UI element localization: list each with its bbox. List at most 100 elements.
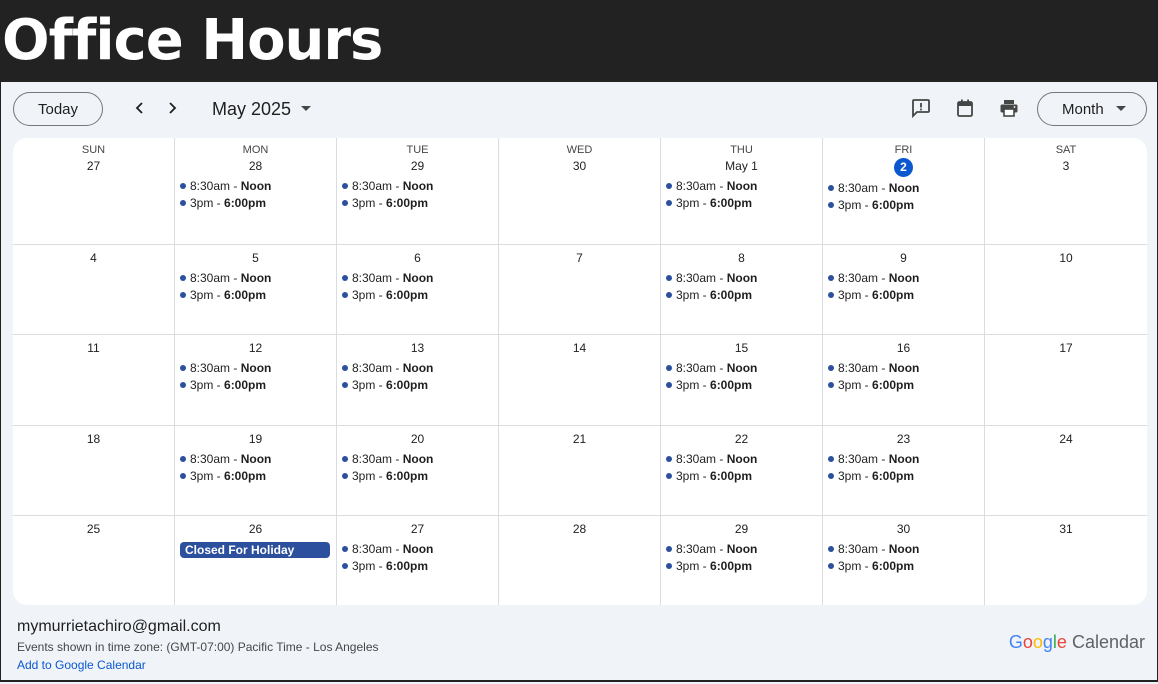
event-chip[interactable]: 3pm - 6:00pm — [827, 557, 984, 574]
day-cell[interactable]: 9 8:30am - Noon 3pm - 6:00pm — [823, 245, 985, 335]
day-cell[interactable]: TUE 29 8:30am - Noon 3pm - 6:00pm — [337, 138, 499, 245]
date-number[interactable]: 6 — [414, 250, 421, 266]
date-number[interactable]: 29 — [735, 521, 748, 537]
event-chip[interactable]: 8:30am - Noon — [179, 359, 336, 376]
date-number[interactable]: 5 — [252, 250, 259, 266]
date-number[interactable]: 29 — [411, 158, 424, 174]
date-number[interactable]: 14 — [573, 340, 586, 356]
event-chip[interactable]: 8:30am - Noon — [827, 359, 984, 376]
day-cell[interactable]: 21 — [499, 426, 661, 516]
today-button[interactable]: Today — [13, 92, 103, 126]
day-cell[interactable]: 24 — [985, 426, 1147, 516]
date-number[interactable]: 28 — [249, 158, 262, 174]
event-chip[interactable]: 3pm - 6:00pm — [665, 286, 822, 303]
date-number[interactable]: 18 — [87, 431, 100, 447]
event-chip[interactable]: 3pm - 6:00pm — [665, 467, 822, 484]
day-cell[interactable]: 12 8:30am - Noon 3pm - 6:00pm — [175, 335, 337, 426]
date-number[interactable]: 22 — [735, 431, 748, 447]
date-number[interactable]: 10 — [1059, 250, 1072, 266]
date-number[interactable]: 21 — [573, 431, 586, 447]
event-chip[interactable]: 3pm - 6:00pm — [665, 194, 822, 211]
date-number[interactable]: 26 — [249, 521, 262, 537]
day-cell[interactable]: MON 28 8:30am - Noon 3pm - 6:00pm — [175, 138, 337, 245]
event-chip[interactable]: 3pm - 6:00pm — [341, 376, 498, 393]
event-chip[interactable]: 8:30am - Noon — [665, 359, 822, 376]
day-cell[interactable]: 28 — [499, 516, 661, 605]
date-number[interactable]: 4 — [90, 250, 97, 266]
day-cell[interactable]: 6 8:30am - Noon 3pm - 6:00pm — [337, 245, 499, 335]
date-number[interactable]: 19 — [249, 431, 262, 447]
event-chip[interactable]: 8:30am - Noon — [827, 179, 984, 196]
day-cell[interactable]: 29 8:30am - Noon 3pm - 6:00pm — [661, 516, 823, 605]
event-chip[interactable]: 8:30am - Noon — [827, 450, 984, 467]
day-cell[interactable]: 23 8:30am - Noon 3pm - 6:00pm — [823, 426, 985, 516]
event-chip[interactable]: 8:30am - Noon — [341, 269, 498, 286]
date-number[interactable]: 30 — [897, 521, 910, 537]
event-chip[interactable]: 3pm - 6:00pm — [827, 286, 984, 303]
open-calendar-button[interactable] — [953, 96, 977, 120]
day-cell[interactable]: 22 8:30am - Noon 3pm - 6:00pm — [661, 426, 823, 516]
date-number[interactable]: 13 — [411, 340, 424, 356]
event-chip[interactable]: 8:30am - Noon — [179, 269, 336, 286]
month-picker[interactable]: May 2025 — [212, 96, 312, 122]
event-chip[interactable]: 8:30am - Noon — [341, 450, 498, 467]
date-number[interactable]: 24 — [1059, 431, 1072, 447]
day-cell[interactable]: 20 8:30am - Noon 3pm - 6:00pm — [337, 426, 499, 516]
day-cell[interactable]: 7 — [499, 245, 661, 335]
previous-month-button[interactable] — [128, 96, 152, 120]
event-chip[interactable]: 3pm - 6:00pm — [341, 467, 498, 484]
date-number[interactable]: 17 — [1059, 340, 1072, 356]
all-day-event[interactable]: Closed For Holiday — [180, 542, 330, 558]
date-number[interactable]: 11 — [87, 340, 99, 356]
add-to-google-calendar-link[interactable]: Add to Google Calendar — [17, 658, 146, 672]
day-cell[interactable]: 26 Closed For Holiday — [175, 516, 337, 605]
next-month-button[interactable] — [160, 96, 184, 120]
event-chip[interactable]: 3pm - 6:00pm — [341, 557, 498, 574]
day-cell[interactable]: SUN 27 — [13, 138, 175, 245]
day-cell[interactable]: 25 — [13, 516, 175, 605]
event-chip[interactable]: 3pm - 6:00pm — [665, 376, 822, 393]
day-cell[interactable]: 31 — [985, 516, 1147, 605]
day-cell[interactable]: 15 8:30am - Noon 3pm - 6:00pm — [661, 335, 823, 426]
day-cell[interactable]: 17 — [985, 335, 1147, 426]
day-cell[interactable]: 19 8:30am - Noon 3pm - 6:00pm — [175, 426, 337, 516]
date-number[interactable]: 31 — [1059, 521, 1072, 537]
date-number[interactable]: 8 — [738, 250, 745, 266]
day-cell[interactable]: 16 8:30am - Noon 3pm - 6:00pm — [823, 335, 985, 426]
date-number[interactable]: 28 — [573, 521, 586, 537]
print-button[interactable] — [997, 96, 1021, 120]
today-date-number[interactable]: 2 — [894, 158, 913, 177]
day-cell[interactable]: 8 8:30am - Noon 3pm - 6:00pm — [661, 245, 823, 335]
event-chip[interactable]: 3pm - 6:00pm — [179, 376, 336, 393]
event-chip[interactable]: 8:30am - Noon — [179, 177, 336, 194]
event-chip[interactable]: 3pm - 6:00pm — [179, 194, 336, 211]
event-chip[interactable]: 8:30am - Noon — [341, 359, 498, 376]
google-calendar-logo[interactable]: Google Calendar — [1009, 632, 1145, 653]
event-chip[interactable]: 8:30am - Noon — [827, 540, 984, 557]
event-chip[interactable]: 8:30am - Noon — [341, 540, 498, 557]
date-number[interactable]: 15 — [735, 340, 748, 356]
date-number[interactable]: 30 — [573, 158, 586, 174]
date-number[interactable]: 20 — [411, 431, 424, 447]
event-chip[interactable]: 8:30am - Noon — [179, 450, 336, 467]
day-cell[interactable]: WED 30 — [499, 138, 661, 245]
event-chip[interactable]: 3pm - 6:00pm — [179, 467, 336, 484]
day-cell[interactable]: 13 8:30am - Noon 3pm - 6:00pm — [337, 335, 499, 426]
day-cell[interactable]: 27 8:30am - Noon 3pm - 6:00pm — [337, 516, 499, 605]
date-number[interactable]: 3 — [1063, 158, 1070, 174]
day-cell[interactable]: THU May 1 8:30am - Noon 3pm - 6:00pm — [661, 138, 823, 245]
event-chip[interactable]: 3pm - 6:00pm — [341, 286, 498, 303]
day-cell[interactable]: 5 8:30am - Noon 3pm - 6:00pm — [175, 245, 337, 335]
date-number[interactable]: 23 — [897, 431, 910, 447]
date-number[interactable]: 16 — [897, 340, 910, 356]
day-cell[interactable]: 30 8:30am - Noon 3pm - 6:00pm — [823, 516, 985, 605]
feedback-button[interactable] — [909, 96, 933, 120]
event-chip[interactable]: 3pm - 6:00pm — [827, 376, 984, 393]
event-chip[interactable]: 3pm - 6:00pm — [827, 467, 984, 484]
day-cell[interactable]: 10 — [985, 245, 1147, 335]
event-chip[interactable]: 3pm - 6:00pm — [179, 286, 336, 303]
date-number[interactable]: 9 — [900, 250, 907, 266]
date-number[interactable]: 12 — [249, 340, 262, 356]
date-number[interactable]: 7 — [576, 250, 583, 266]
event-chip[interactable]: 8:30am - Noon — [341, 177, 498, 194]
